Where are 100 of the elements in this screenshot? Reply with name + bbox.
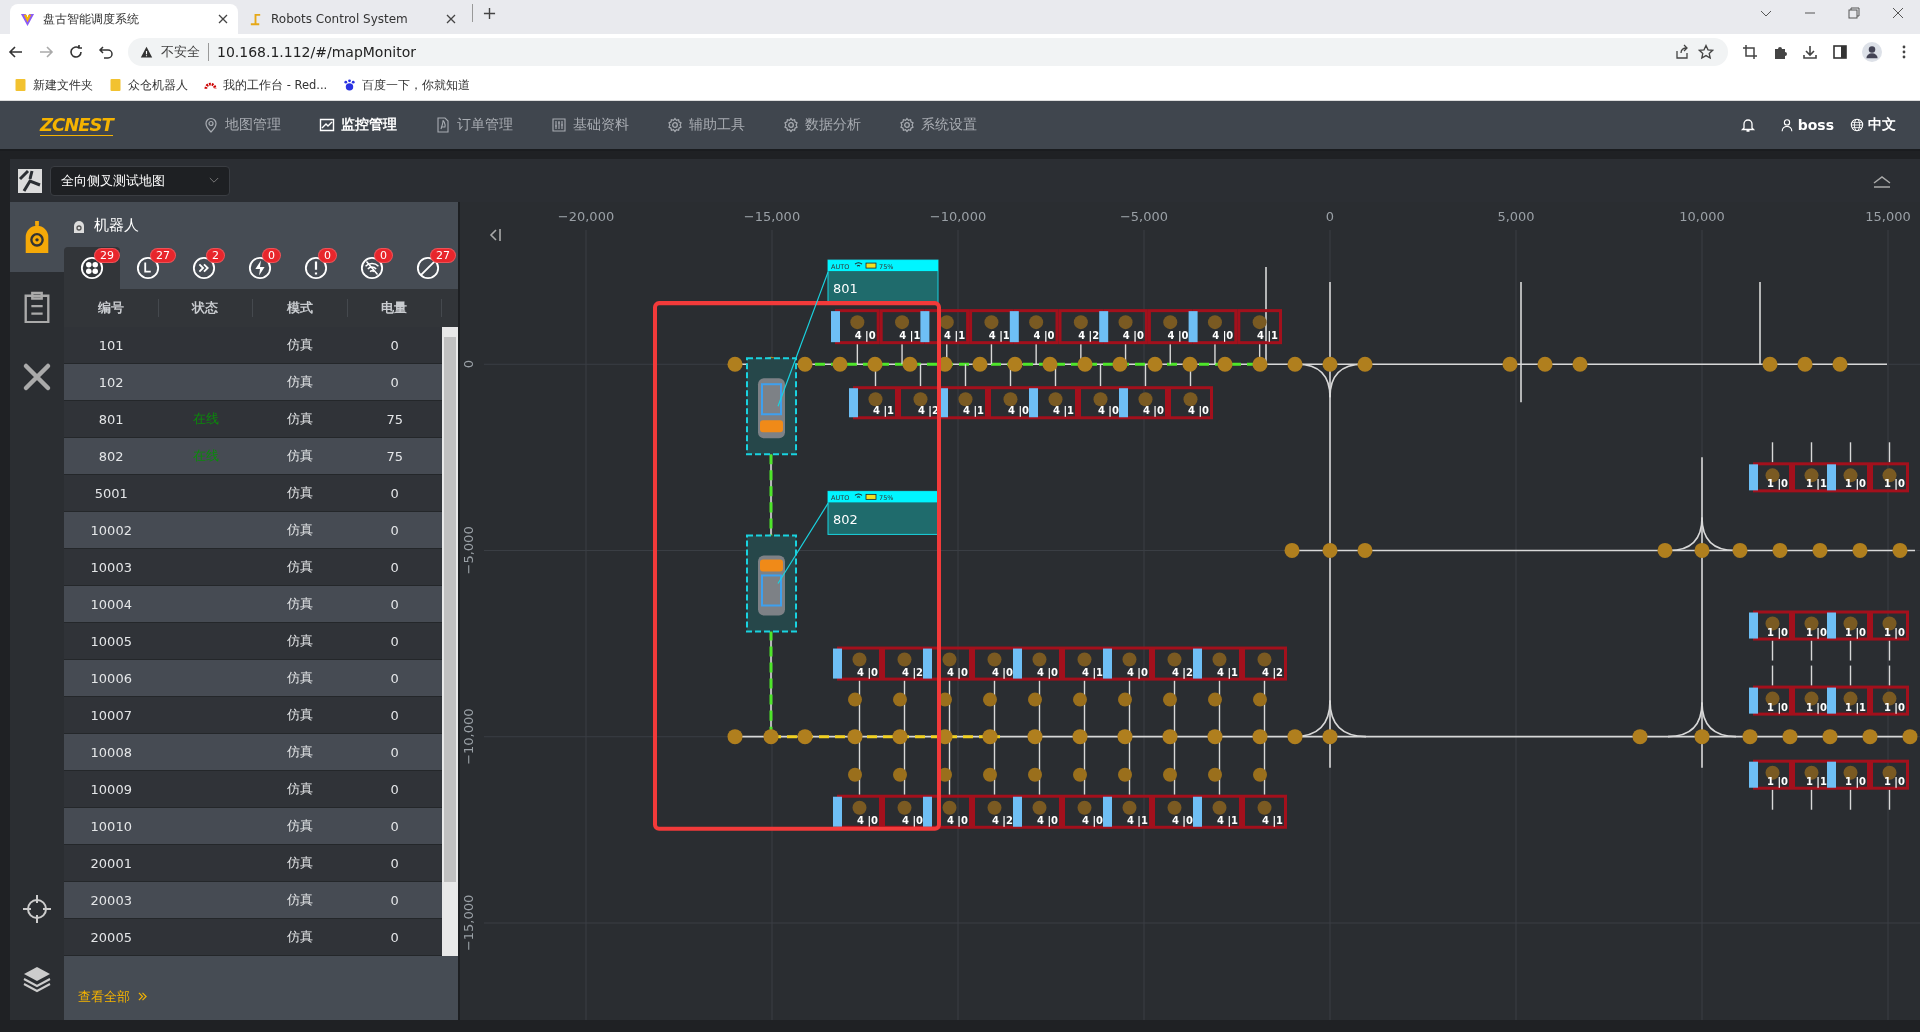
- map-select[interactable]: 全向侧叉测试地图: [50, 165, 230, 196]
- slot-label: 1 |0: [1766, 626, 1788, 638]
- slot-label: 4 |1: [1081, 666, 1103, 678]
- table-cell-text: 仿真: [286, 410, 315, 428]
- table-cell-text: 10004: [89, 596, 133, 612]
- table-cell-text: 仿真: [286, 928, 315, 946]
- table-cell-text: 0: [389, 522, 400, 538]
- column-header: 模式: [253, 299, 348, 317]
- slot-label: 4 |0: [1097, 405, 1119, 417]
- slot-label: 4 |1: [988, 330, 1010, 342]
- slot-label: 4 |2: [901, 666, 923, 678]
- slot-label: 4 |0: [1171, 814, 1193, 826]
- slot-label: 4 |1: [1256, 330, 1278, 342]
- table-cell-text: 0: [389, 892, 400, 908]
- slot-label: 4 |0: [856, 666, 878, 678]
- nav-menu-item[interactable]: 订单管理: [434, 116, 513, 134]
- slot-label: 4 |0: [1212, 330, 1234, 342]
- browser-tab[interactable]: Robots Control System: [238, 4, 466, 34]
- robot-filter-tab[interactable]: 0: [232, 247, 288, 289]
- robot-filter-tab[interactable]: 29: [64, 247, 120, 289]
- slot-label: 4 |1: [1261, 814, 1283, 826]
- robot-name: 802: [833, 512, 858, 528]
- slot-label: 4 |1: [962, 405, 984, 417]
- robot-filter-tab[interactable]: 0: [344, 247, 400, 289]
- slot-label: 4 |0: [1036, 666, 1058, 678]
- table-cell-text: 0: [389, 781, 400, 797]
- bookmark-item[interactable]: 我的工作台 - Red...: [204, 77, 328, 93]
- nav-menu-item[interactable]: 地图管理: [202, 116, 281, 134]
- table-cell-text: 仿真: [286, 632, 315, 650]
- slot-label: 4 |1: [872, 405, 894, 417]
- table-cell-text: 101: [97, 337, 125, 353]
- table-cell-text: 仿真: [286, 336, 315, 354]
- slot-label: 4 |1: [899, 330, 921, 342]
- slot-label: 4 |0: [946, 814, 968, 826]
- slot-label: 4 |2: [1261, 666, 1283, 678]
- nav-menu-item[interactable]: 数据分析: [782, 116, 861, 134]
- axis-tick-label: 0: [1325, 209, 1335, 225]
- count-badge: 27: [150, 248, 176, 263]
- robot-filter-tab[interactable]: 0: [288, 247, 344, 289]
- table-cell-text: 0: [389, 855, 400, 871]
- security-label: 不安全: [161, 43, 209, 61]
- count-badge: 27: [430, 248, 456, 263]
- slot-label: 4 |0: [901, 814, 923, 826]
- slot-label: 4 |1: [1126, 814, 1148, 826]
- axis-tick-label: −10,000: [929, 209, 987, 225]
- table-cell-text: 5001: [93, 485, 129, 501]
- nav-menu-item[interactable]: 系统设置: [898, 116, 977, 134]
- slot-label: 1 |0: [1844, 775, 1866, 787]
- view-all-link[interactable]: 查看全部: [64, 988, 147, 1020]
- user-menu[interactable]: boss: [1779, 117, 1834, 133]
- table-cell-text: 仿真: [286, 891, 315, 909]
- axis-tick-label: −15,000: [743, 209, 801, 225]
- table-cell-text: 0: [389, 559, 400, 575]
- slot-label: 4 |2: [991, 814, 1013, 826]
- nav-menu-item[interactable]: 辅助工具: [666, 116, 745, 134]
- slot-label: 4 |0: [1126, 666, 1148, 678]
- table-cell-text: 仿真: [286, 373, 315, 391]
- zcnest-logo[interactable]: ZCNEST: [40, 114, 113, 136]
- table-cell-text: 仿真: [286, 706, 315, 724]
- robot-filter-tab[interactable]: 2: [176, 247, 232, 289]
- bookmark-item[interactable]: 百度一下，你就知道: [343, 77, 471, 93]
- bookmark-item[interactable]: 众仓机器人: [109, 77, 188, 93]
- axis-tick-label: 0: [461, 360, 476, 369]
- table-cell-text: 75: [385, 448, 404, 464]
- slot-label: 4 |0: [1122, 330, 1144, 342]
- slot-label: 4 |1: [944, 330, 966, 342]
- robot-name: 801: [833, 281, 858, 297]
- axis-tick-label: 15,000: [1865, 209, 1911, 225]
- table-cell-text: 仿真: [286, 817, 315, 835]
- slot-label: 1 |1: [1805, 478, 1827, 490]
- status-text: 在线: [192, 448, 219, 463]
- language-menu[interactable]: 中文: [1850, 116, 1896, 134]
- slot-label: 1 |0: [1766, 478, 1788, 490]
- table-cell-text: 仿真: [286, 484, 315, 502]
- table-cell-text: 仿真: [286, 447, 315, 465]
- table-cell-text: 0: [389, 337, 400, 353]
- address-bar[interactable]: 不安全 10.168.1.112/#/mapMonitor: [128, 38, 1728, 66]
- table-cell-text: 10009: [89, 781, 133, 797]
- axis-tick-label: −5,000: [1119, 209, 1169, 225]
- status-text: 在线: [192, 411, 219, 426]
- table-cell-text: 10002: [89, 522, 133, 538]
- table-cell-text: 0: [389, 485, 400, 501]
- table-cell-text: 仿真: [286, 521, 315, 539]
- table-cell-text: 20001: [89, 855, 133, 871]
- browser-tab[interactable]: 盘古智能调度系统: [10, 4, 238, 34]
- slot-label: 4 |0: [991, 666, 1013, 678]
- table-cell-text: 仿真: [286, 558, 315, 576]
- count-badge: 0: [374, 248, 393, 263]
- slot-label: 4 |1: [1216, 666, 1238, 678]
- table-cell-text: 20005: [89, 929, 133, 945]
- robot-filter-tab[interactable]: 27: [400, 247, 456, 289]
- nav-menu-item[interactable]: 基础资料: [550, 116, 629, 134]
- slot-label: 1 |0: [1883, 775, 1905, 787]
- robot-filter-tab[interactable]: 27: [120, 247, 176, 289]
- slot-label: 4 |0: [1007, 405, 1029, 417]
- bookmark-item[interactable]: 新建文件夹: [14, 77, 93, 93]
- slot-label: 4 |2: [1171, 666, 1193, 678]
- table-cell-text: 10003: [89, 559, 133, 575]
- slot-label: 1 |0: [1805, 626, 1827, 638]
- nav-menu-item[interactable]: 监控管理: [318, 116, 397, 134]
